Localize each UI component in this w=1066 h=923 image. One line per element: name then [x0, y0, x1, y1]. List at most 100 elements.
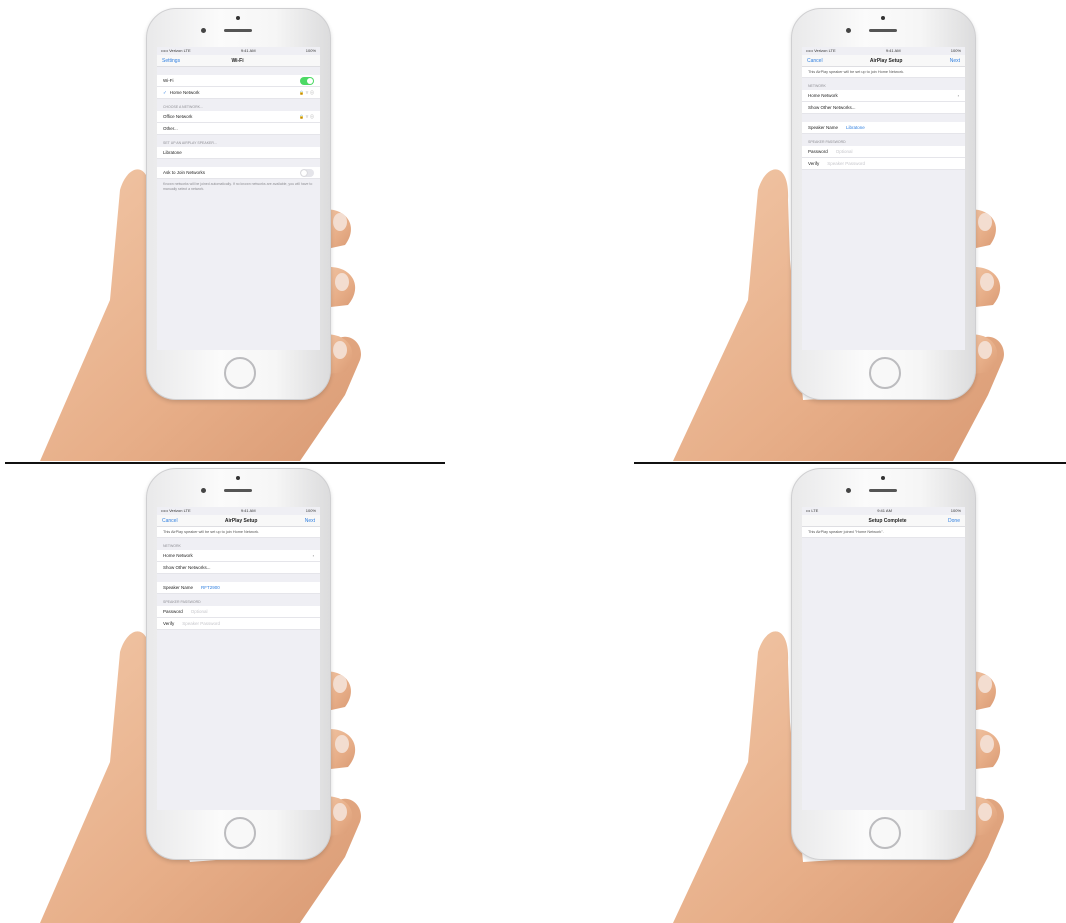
status-battery: 100%: [305, 508, 316, 513]
speaker-name: Libratone: [163, 150, 182, 155]
camera-icon: [846, 488, 851, 493]
ask-to-join-note: Known networks will be joined automatica…: [163, 182, 313, 191]
speaker-grille: [224, 489, 252, 492]
speaker-name-row[interactable]: Speaker Name RFT2900: [157, 582, 320, 594]
chevron-right-icon: ›: [957, 93, 959, 98]
nav-bar: Cancel AirPlay Setup Next: [157, 515, 320, 527]
home-button[interactable]: [224, 357, 256, 389]
verify-row[interactable]: Verify Speaker Password: [157, 618, 320, 630]
panel-setup-complete: ••• LTE 9:41 AM 100% Setup Complete Done…: [533, 462, 1066, 923]
connected-network-row[interactable]: ✓ Home Network 🔒 ⌔ ⓘ: [157, 87, 320, 99]
network-value: Home Network: [808, 93, 838, 98]
network-select-row[interactable]: Home Network ›: [157, 550, 320, 562]
status-time: 9:41 AM: [885, 48, 901, 53]
phone-screen: ••• LTE 9:41 AM 100% Setup Complete Done…: [802, 507, 965, 810]
verify-label: Verify: [163, 621, 175, 626]
password-header: SPEAKER PASSWORD: [808, 140, 846, 144]
show-other-networks-row[interactable]: Show Other Networks...: [802, 102, 965, 114]
next-button[interactable]: Next: [305, 518, 315, 524]
nav-title: Wi-Fi: [231, 57, 244, 64]
next-button[interactable]: Next: [950, 58, 960, 64]
wifi-toggle[interactable]: [300, 76, 314, 85]
setup-banner: This AirPlay speaker will be set up to j…: [802, 67, 965, 78]
status-time: 9:41 AM: [240, 508, 256, 513]
home-button[interactable]: [224, 817, 256, 849]
verify-field[interactable]: Speaker Password: [182, 618, 220, 629]
status-bar: ••••• Verizon LTE 9:41 AM 100%: [157, 47, 320, 55]
show-other-networks-label: Show Other Networks...: [808, 105, 856, 110]
speaker-grille: [224, 29, 252, 32]
checkmark-icon: ✓: [163, 90, 167, 95]
speaker-name-field[interactable]: Libratone: [846, 122, 865, 133]
phone-screen: ••••• Verizon LTE 9:41 AM 100% Cancel Ai…: [802, 47, 965, 350]
back-button[interactable]: Settings: [162, 58, 180, 64]
ask-to-join-row: Ask to Join Networks: [157, 167, 320, 179]
password-row[interactable]: Password Optional: [157, 606, 320, 618]
nav-title: Setup Complete: [868, 517, 907, 524]
password-label: Password: [808, 149, 828, 154]
status-time: 9:41 AM: [877, 508, 892, 513]
wifi-label: Wi-Fi: [163, 78, 174, 83]
password-field[interactable]: Optional: [836, 146, 853, 157]
speaker-name-field[interactable]: RFT2900: [201, 582, 220, 593]
status-battery: 100%: [305, 48, 316, 53]
password-label: Password: [163, 609, 183, 614]
status-battery: 100%: [950, 48, 961, 53]
phone-screen: ••••• Verizon LTE 9:41 AM 100% Settings …: [157, 47, 320, 350]
network-header: NETWORK: [808, 84, 826, 88]
status-carrier: ••••• Verizon LTE: [806, 48, 836, 53]
speaker-row[interactable]: Libratone: [157, 147, 320, 159]
chevron-right-icon: ›: [312, 553, 314, 558]
status-bar: ••••• Verizon LTE 9:41 AM 100%: [802, 47, 965, 55]
cancel-button[interactable]: Cancel: [807, 58, 823, 64]
camera-icon: [846, 28, 851, 33]
camera-icon: [201, 28, 206, 33]
lock-wifi-info-icon[interactable]: 🔒 ⌔ ⓘ: [299, 87, 314, 98]
other-network-label: Other...: [163, 126, 178, 131]
status-carrier: ••• LTE: [806, 508, 819, 513]
show-other-networks-label: Show Other Networks...: [163, 565, 211, 570]
password-row[interactable]: Password Optional: [802, 146, 965, 158]
nav-bar: Setup Complete Done: [802, 515, 965, 527]
phone-screen: ••••• Verizon LTE 9:41 AM 100% Cancel Ai…: [157, 507, 320, 810]
nav-title: AirPlay Setup: [869, 57, 903, 64]
speaker-name-row[interactable]: Speaker Name Libratone: [802, 122, 965, 134]
ask-to-join-label: Ask to Join Networks: [163, 170, 206, 175]
phone-frame: ••••• Verizon LTE 9:41 AM 100% Cancel Ai…: [791, 8, 976, 400]
panel-wifi-list: ••••• Verizon LTE 9:41 AM 100% Settings …: [0, 0, 533, 461]
verify-row[interactable]: Verify Speaker Password: [802, 158, 965, 170]
camera-icon: [201, 488, 206, 493]
nav-bar: Cancel AirPlay Setup Next: [802, 55, 965, 67]
verify-field[interactable]: Speaker Password: [827, 158, 865, 169]
phone-frame: ••••• Verizon LTE 9:41 AM 100% Settings …: [146, 8, 331, 400]
home-button[interactable]: [869, 817, 901, 849]
network-header: NETWORK: [163, 544, 181, 548]
ask-to-join-toggle[interactable]: [300, 168, 314, 177]
phone-frame: ••••• Verizon LTE 9:41 AM 100% Cancel Ai…: [146, 468, 331, 860]
home-button[interactable]: [869, 357, 901, 389]
password-header: SPEAKER PASSWORD: [163, 600, 201, 604]
network-row[interactable]: Office Network 🔒 ⌔ ⓘ: [157, 111, 320, 123]
cancel-button[interactable]: Cancel: [162, 518, 178, 524]
speaker-name-label: Speaker Name: [808, 125, 839, 130]
done-button[interactable]: Done: [948, 518, 960, 524]
status-bar: ••• LTE 9:41 AM 100%: [802, 507, 965, 515]
speaker-name-label: Speaker Name: [163, 585, 194, 590]
status-bar: ••••• Verizon LTE 9:41 AM 100%: [157, 507, 320, 515]
lock-wifi-info-icon[interactable]: 🔒 ⌔ ⓘ: [299, 111, 314, 122]
show-other-networks-row[interactable]: Show Other Networks...: [157, 562, 320, 574]
speaker-grille: [869, 29, 897, 32]
wifi-toggle-row: Wi-Fi: [157, 75, 320, 87]
status-carrier: ••••• Verizon LTE: [161, 508, 191, 513]
password-field[interactable]: Optional: [191, 606, 208, 617]
status-battery: 100%: [950, 508, 961, 513]
other-network-row[interactable]: Other...: [157, 123, 320, 135]
nav-title: AirPlay Setup: [224, 517, 258, 524]
network-select-row[interactable]: Home Network ›: [802, 90, 965, 102]
speaker-grille: [869, 489, 897, 492]
status-time: 9:41 AM: [240, 48, 256, 53]
setup-banner: This AirPlay speaker will be set up to j…: [157, 527, 320, 538]
network-value: Home Network: [163, 553, 193, 558]
complete-message: This AirPlay speaker joined "Home Networ…: [802, 527, 965, 538]
nav-bar: Settings Wi-Fi: [157, 55, 320, 67]
